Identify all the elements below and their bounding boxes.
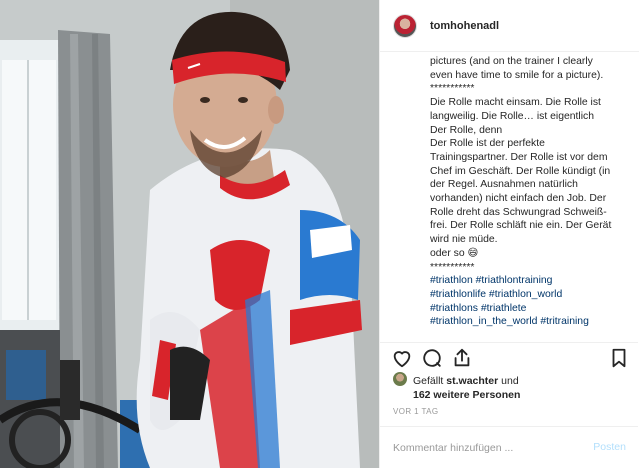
comment-input[interactable] <box>393 440 583 456</box>
post-comment-button[interactable]: Posten <box>593 441 626 453</box>
post-sidebar: tomhohenadl pictures (and on the trainer… <box>379 0 639 468</box>
caption-line: Die Rolle macht einsam. Die Rolle ist <box>430 97 601 109</box>
caption-text: pictures (and on the trainer I clearly e… <box>430 55 628 329</box>
hashtag-link[interactable]: #triathlon #triathlontraining <box>430 275 552 286</box>
post-timestamp[interactable]: VOR 1 TAG <box>393 407 439 416</box>
likes-joiner: und <box>501 375 519 387</box>
hashtag-link[interactable]: #triathlonlife #triathlon_world <box>430 289 562 300</box>
profile-avatar-icon[interactable] <box>393 13 417 38</box>
instagram-post: tomhohenadl pictures (and on the trainer… <box>0 0 639 468</box>
liker-username-link[interactable]: st.wachter <box>446 375 498 387</box>
caption-line: *********** <box>430 83 475 95</box>
liker-avatar-icon <box>393 372 407 386</box>
caption-line: Rolle dreht das Schwungrad Schweiß- <box>430 206 607 218</box>
caption-line: Chef im Geschäft. Der Rolle kündigt (in <box>430 165 611 177</box>
caption-line: frei. Der Rolle schläft nie ein. Der Ger… <box>430 220 612 232</box>
caption-line: langweilig. Die Rolle… ist eigentlich <box>430 110 595 122</box>
hashtag-line: #triathlon_in_the_world #tritraining <box>430 315 628 329</box>
heart-icon[interactable] <box>391 347 413 369</box>
caption-line: *********** <box>430 261 475 273</box>
post-photo[interactable] <box>0 0 379 468</box>
comment-box: Posten <box>380 426 638 468</box>
likes-prefix: Gefällt <box>413 375 444 387</box>
caption-line: wird nie müde. <box>430 234 498 246</box>
comment-bubble-icon[interactable] <box>421 347 443 369</box>
action-bar <box>380 342 638 372</box>
hashtag-link[interactable]: #triathlons #triathlete <box>430 303 526 314</box>
username-link[interactable]: tomhohenadl <box>430 20 499 32</box>
caption-line: der Regel. Ausnahmen natürlich <box>430 179 578 191</box>
caption-line: oder so 😄 <box>430 247 479 259</box>
other-likers-link[interactable]: 162 weitere Personen <box>413 389 520 401</box>
post-header: tomhohenadl <box>380 0 639 52</box>
likes-line-2: 162 weitere Personen <box>393 388 633 402</box>
caption-area: pictures (and on the trainer I clearly e… <box>380 52 638 342</box>
share-icon[interactable] <box>451 347 473 369</box>
hashtag-link[interactable]: #triathlon_in_the_world #tritraining <box>430 316 589 327</box>
likes-summary: Gefällt st.wachter und 162 weitere Perso… <box>393 372 633 402</box>
likes-line-1: Gefällt st.wachter und <box>393 372 633 388</box>
caption-line: vorhanden) nicht einfach den Job. Der <box>430 193 607 205</box>
hashtag-line: #triathlons #triathlete <box>430 302 628 316</box>
caption-line: even have time to smile for a picture). <box>430 69 604 81</box>
caption-line: pictures (and on the trainer I clearly <box>430 56 593 67</box>
caption-line: Der Rolle ist der perfekte <box>430 138 545 150</box>
bookmark-icon[interactable] <box>608 347 630 369</box>
hashtag-line: #triathlonlife #triathlon_world <box>430 288 628 302</box>
hashtag-line: #triathlon #triathlontraining <box>430 274 628 288</box>
caption-line: Der Rolle, denn <box>430 124 503 136</box>
cyclist-photo-image <box>0 0 379 468</box>
caption-line: Trainingspartner. Der Rolle ist vor dem <box>430 151 608 163</box>
